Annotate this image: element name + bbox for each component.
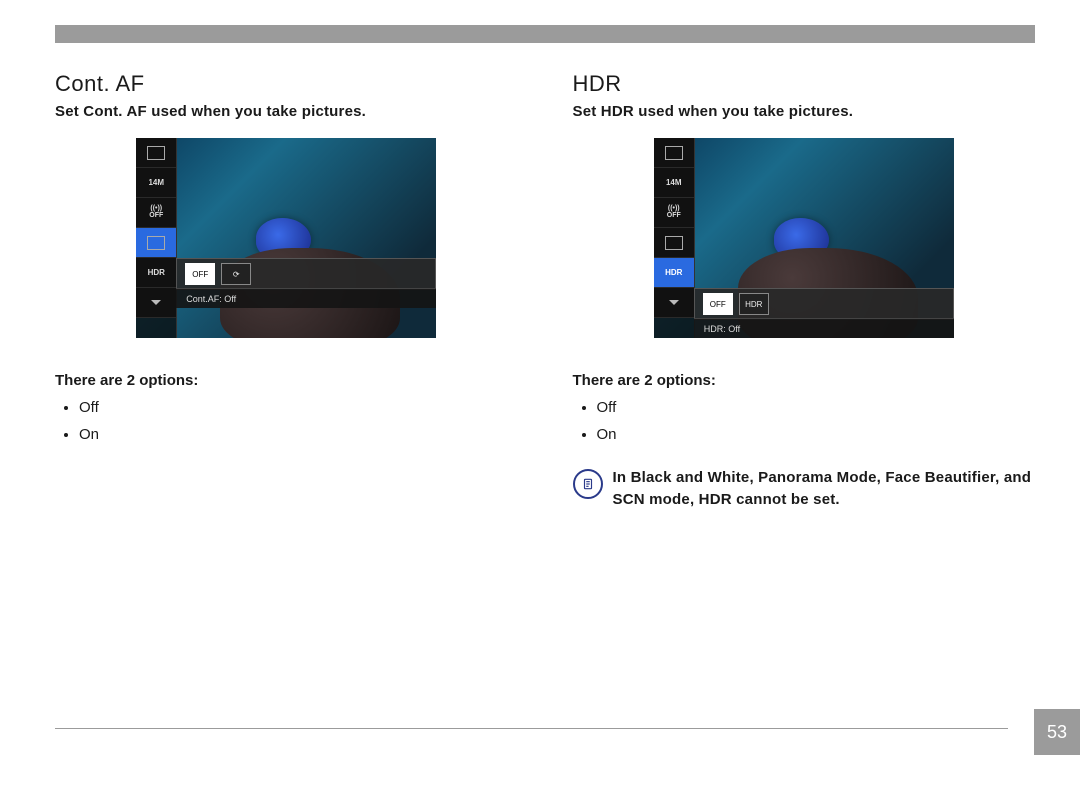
sidebar-icon-wifi: ((•))OFF	[654, 198, 694, 228]
sidebar-icon-down	[136, 288, 176, 318]
section-title-hdr: HDR	[573, 71, 1036, 97]
sidebar-icon-hdr: HDR	[136, 258, 176, 288]
sidebar-icon-metering	[654, 138, 694, 168]
camera-preview: 14M ((•))OFF HDR OFF HDR HDR: Off	[654, 138, 954, 338]
option-row: OFF HDR	[694, 288, 954, 320]
sidebar-icon-resolution: 14M	[654, 168, 694, 198]
option-hdr-on: HDR	[739, 293, 769, 315]
right-column: HDR Set HDR used when you take pictures.…	[573, 71, 1036, 511]
sidebar-icon-wifi: ((•))OFF	[136, 198, 176, 228]
option-contaf-on: ⟳	[221, 263, 251, 285]
sidebar-icon-resolution: 14M	[136, 168, 176, 198]
manual-page: Cont. AF Set Cont. AF used when you take…	[0, 0, 1080, 785]
note-block: In Black and White, Panorama Mode, Face …	[573, 467, 1036, 511]
content-columns: Cont. AF Set Cont. AF used when you take…	[55, 71, 1035, 511]
page-number: 53	[1034, 709, 1080, 755]
camera-preview: 14M ((•))OFF HDR OFF ⟳ Cont.AF: Off	[136, 138, 436, 338]
options-label: There are 2 options:	[573, 372, 1036, 389]
section-subtitle: Set Cont. AF used when you take pictures…	[55, 103, 518, 120]
screenshot-contaf: 14M ((•))OFF HDR OFF ⟳ Cont.AF: Off	[55, 138, 518, 338]
option-hdr-off: OFF	[703, 293, 733, 315]
left-column: Cont. AF Set Cont. AF used when you take…	[55, 71, 518, 511]
sidebar-icon-down	[654, 288, 694, 318]
sidebar-icon-hdr: HDR	[654, 258, 694, 288]
sidebar-icon-contaf	[654, 228, 694, 258]
note-text: In Black and White, Panorama Mode, Face …	[613, 467, 1036, 511]
option-caption: Cont.AF: Off	[176, 288, 436, 308]
options-label: There are 2 options:	[55, 372, 518, 389]
section-subtitle: Set HDR used when you take pictures.	[573, 103, 1036, 120]
footer-divider	[55, 728, 1008, 729]
options-list: Off On	[587, 399, 1036, 443]
note-icon	[573, 469, 603, 499]
sidebar-icon-contaf	[136, 228, 176, 258]
option-off: Off	[597, 399, 1036, 416]
header-bar	[55, 25, 1035, 43]
option-row: OFF ⟳	[176, 258, 436, 290]
option-on: On	[79, 426, 518, 443]
camera-sidebar: 14M ((•))OFF HDR	[136, 138, 177, 338]
options-list: Off On	[69, 399, 518, 443]
sidebar-icon-metering	[136, 138, 176, 168]
camera-sidebar: 14M ((•))OFF HDR	[654, 138, 695, 338]
option-contaf-off: OFF	[185, 263, 215, 285]
section-title-contaf: Cont. AF	[55, 71, 518, 97]
option-on: On	[597, 426, 1036, 443]
option-off: Off	[79, 399, 518, 416]
option-caption: HDR: Off	[694, 318, 954, 338]
screenshot-hdr: 14M ((•))OFF HDR OFF HDR HDR: Off	[573, 138, 1036, 338]
